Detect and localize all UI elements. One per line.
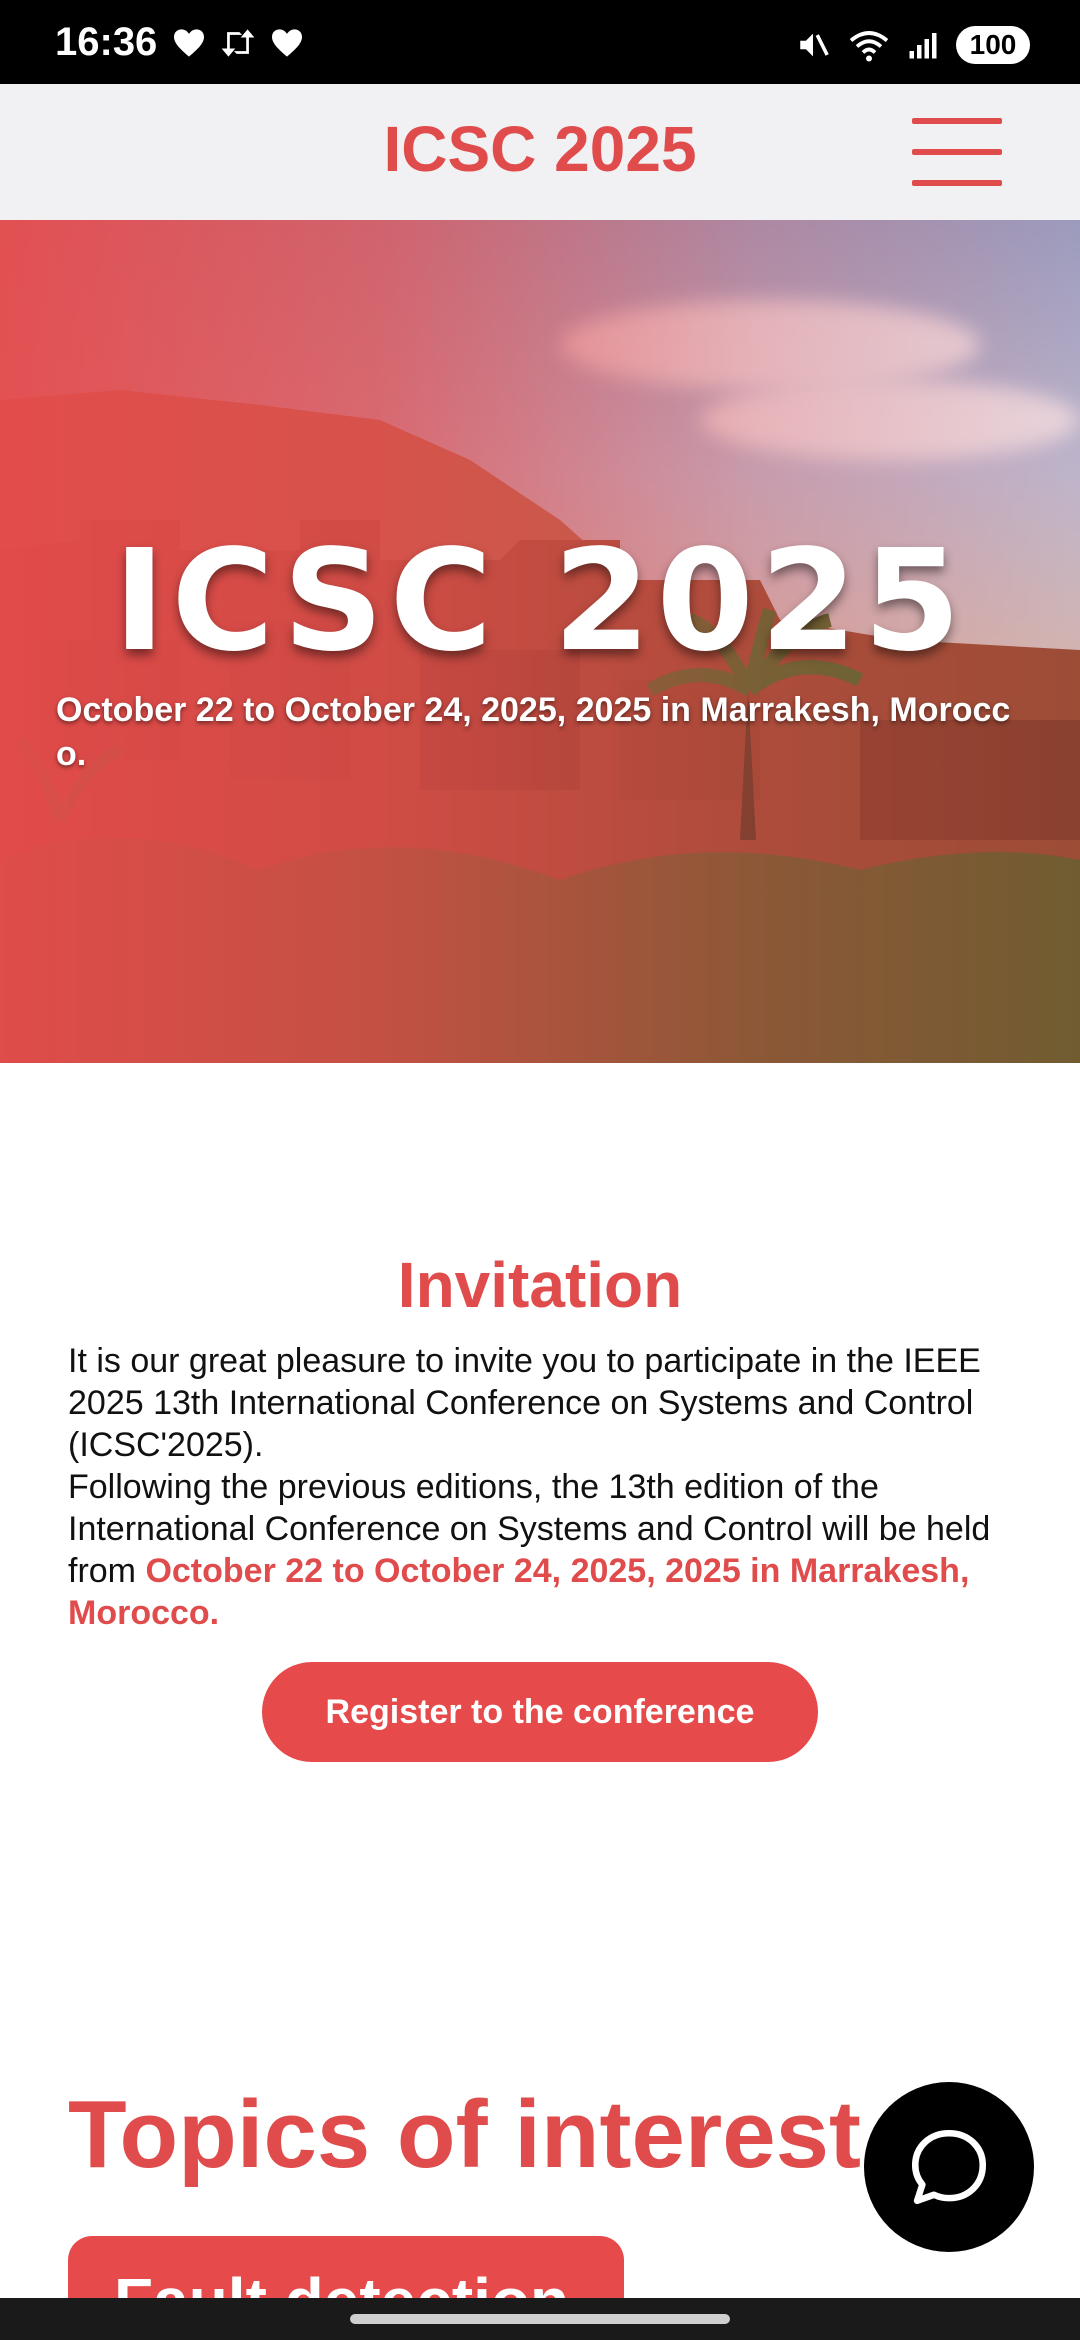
system-nav-bar — [0, 2298, 1080, 2340]
hero-subtitle: October 22 to October 24, 2025, 2025 in … — [56, 691, 1011, 773]
repost-icon — [221, 29, 255, 57]
signal-icon — [909, 33, 937, 59]
notification-icons — [172, 28, 304, 58]
battery-indicator: 100 — [956, 26, 1030, 64]
hamburger-menu-icon[interactable] — [912, 118, 1002, 186]
home-gesture-handle[interactable] — [350, 2314, 730, 2324]
hero-banner: ICSC 2025 October 22 to October 24, 2025… — [0, 220, 1080, 1063]
app-header: ICSC 2025 — [0, 84, 1080, 220]
heart-icon — [174, 29, 204, 57]
system-icons: 100 — [796, 26, 1030, 64]
wifi-icon — [849, 31, 889, 62]
invitation-paragraph-1: It is our great pleasure to invite you t… — [68, 1342, 981, 1464]
mute-icon — [800, 33, 829, 57]
chat-button[interactable] — [864, 2082, 1034, 2252]
invitation-text: It is our great pleasure to invite you t… — [68, 1340, 1018, 1634]
invitation-paragraph-2: Following the previous editions, the 13t… — [68, 1466, 1018, 1634]
register-button[interactable]: Register to the conference — [262, 1662, 818, 1762]
chat-bubble-icon — [911, 2129, 987, 2205]
invitation-date-highlight: October 22 to October 24, 2025, 2025 in … — [68, 1552, 970, 1632]
heart-icon — [272, 29, 302, 57]
hero-title: ICSC 2025 — [113, 520, 967, 683]
topics-heading: Topics of interest — [68, 2081, 861, 2188]
status-time: 16:36 — [55, 20, 158, 64]
status-bar: 16:36 100 — [0, 0, 1080, 84]
invitation-heading: Invitation — [397, 1249, 683, 1321]
